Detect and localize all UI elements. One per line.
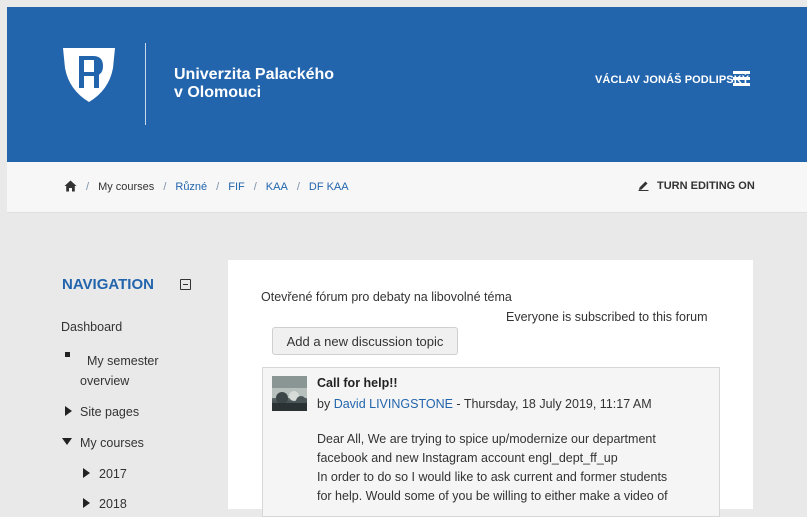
bullet-icon bbox=[65, 352, 70, 357]
breadcrumb-my-courses[interactable]: My courses bbox=[98, 181, 154, 193]
post-body-line: Dear All, We are trying to spice up/mode… bbox=[317, 432, 656, 446]
breadcrumb-fif[interactable]: FIF bbox=[228, 181, 245, 193]
post-body-line: for help. Would some of you be willing t… bbox=[317, 489, 668, 503]
post-body-line: In order to do so I would like to ask cu… bbox=[317, 470, 668, 484]
university-name[interactable]: Univerzita Palackého v Olomouci bbox=[174, 66, 334, 102]
nav-item-semester-line1[interactable]: My semester bbox=[87, 354, 159, 368]
expand-arrow-icon[interactable] bbox=[83, 468, 90, 478]
logo-divider bbox=[145, 43, 146, 125]
university-logo-icon[interactable] bbox=[57, 46, 121, 104]
user-menu-name[interactable]: VÁCLAV JONÁŠ PODLIPSKÝ bbox=[595, 74, 749, 86]
pencil-icon bbox=[638, 181, 649, 191]
expand-arrow-icon[interactable] bbox=[65, 406, 72, 416]
breadcrumb-kaa[interactable]: KAA bbox=[266, 181, 288, 193]
post-byline: by David LIVINGSTONE - Thursday, 18 July… bbox=[317, 397, 652, 411]
breadcrumb: / My courses / Různé / FIF / KAA / DF KAA bbox=[64, 180, 349, 193]
author-avatar[interactable] bbox=[272, 376, 307, 411]
breadcrumb-ruzne[interactable]: Různé bbox=[175, 181, 207, 193]
hamburger-icon[interactable] bbox=[733, 71, 750, 86]
subscription-status: Everyone is subscribed to this forum bbox=[506, 310, 708, 324]
breadcrumb-bar: / My courses / Různé / FIF / KAA / DF KAA TURN ED… bbox=[7, 162, 807, 213]
turn-editing-on-label: TURN EDITING ON bbox=[657, 180, 755, 192]
navigation-title: NAVIGATION bbox=[62, 276, 154, 293]
expand-arrow-icon[interactable] bbox=[83, 498, 90, 508]
nav-item-semester-line2[interactable]: overview bbox=[80, 374, 129, 388]
add-discussion-button[interactable]: Add a new discussion topic bbox=[272, 327, 458, 355]
post-body-line: facebook and new Instagram account engl_… bbox=[317, 451, 618, 465]
forum-description: Otevřené fórum pro debaty na libovolné t… bbox=[261, 290, 512, 304]
nav-item-dashboard[interactable]: Dashboard bbox=[61, 320, 122, 334]
nav-item-my-courses[interactable]: My courses bbox=[80, 436, 144, 450]
post-date: - Thursday, 18 July 2019, 11:17 AM bbox=[452, 397, 652, 411]
university-name-line1: Univerzita Palackého bbox=[174, 66, 335, 83]
nav-item-2017[interactable]: 2017 bbox=[99, 467, 127, 481]
post-author-link[interactable]: David LIVINGSTONE bbox=[334, 397, 453, 411]
byline-prefix: by bbox=[317, 397, 331, 411]
university-name-line2: v Olomouci bbox=[174, 84, 262, 101]
home-icon[interactable] bbox=[64, 180, 77, 192]
collapse-block-icon[interactable] bbox=[180, 279, 191, 290]
turn-editing-on-button[interactable]: TURN EDITING ON bbox=[638, 180, 755, 192]
nav-item-site-pages[interactable]: Site pages bbox=[80, 405, 139, 419]
post-body: Dear All, We are trying to spice up/mode… bbox=[317, 430, 709, 506]
collapse-arrow-icon[interactable] bbox=[62, 438, 72, 445]
post-title[interactable]: Call for help!! bbox=[317, 376, 398, 390]
breadcrumb-df-kaa[interactable]: DF KAA bbox=[309, 181, 349, 193]
avatar-photo-icon bbox=[272, 376, 307, 411]
